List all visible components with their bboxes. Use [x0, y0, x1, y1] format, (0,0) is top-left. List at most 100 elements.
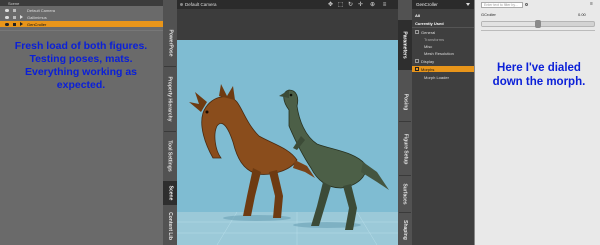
- 3d-viewport[interactable]: [177, 40, 398, 245]
- scene-panel: Scene Default Camera Gallimimus GenCroll…: [0, 0, 163, 245]
- camera-selector[interactable]: Default Camera: [185, 2, 217, 7]
- viewport-margin: [177, 9, 398, 40]
- tab-content-library[interactable]: Content Lib: [163, 207, 177, 245]
- param-group-transforms[interactable]: Transforms: [412, 36, 474, 42]
- divider: [412, 27, 474, 28]
- expand-arrow-icon[interactable]: [415, 59, 419, 63]
- param-label: Transforms: [424, 36, 445, 42]
- annotation-line: Everything working as expected.: [24, 66, 138, 91]
- param-group-misc[interactable]: Misc: [412, 43, 474, 49]
- scene-row-gallimimus[interactable]: Gallimimus: [0, 14, 163, 20]
- expand-arrow-icon[interactable]: [20, 15, 23, 19]
- scene-row-default-camera[interactable]: Default Camera: [0, 7, 163, 13]
- filter-input[interactable]: Enter text to filter by...: [481, 2, 523, 8]
- param-group-mesh-resolution[interactable]: Mesh Resolution: [412, 50, 474, 56]
- scene-row-label: Default Camera: [27, 7, 56, 13]
- divider: [164, 131, 176, 132]
- param-label: Misc: [424, 43, 433, 49]
- tab-label: Surfaces: [402, 183, 408, 205]
- param-label: General: [421, 29, 436, 35]
- param-group-currently-used[interactable]: Currently Used: [412, 20, 474, 26]
- app-window: Scene Default Camera Gallimimus GenCroll…: [0, 0, 600, 245]
- properties-panel: Enter text to filter by... ≡ GCroller 0.…: [474, 0, 600, 245]
- param-label: All: [415, 12, 421, 18]
- annotation-line: Fresh load of both figures.: [14, 40, 148, 52]
- scene-render: [177, 84, 398, 245]
- param-group-morphs[interactable]: Morphs: [412, 66, 474, 72]
- lock-icon[interactable]: [13, 22, 16, 26]
- divider: [164, 66, 176, 67]
- slider-handle[interactable]: [535, 20, 541, 28]
- slider-fill: [482, 22, 538, 26]
- left-tab-strip: PowerPose Property Hierarchy Tool Settin…: [163, 0, 177, 245]
- lock-icon[interactable]: [13, 15, 16, 19]
- menu-icon[interactable]: ≡: [381, 1, 388, 8]
- parameters-header: GenCroller: [412, 0, 474, 9]
- move-icon[interactable]: ✛: [357, 1, 364, 8]
- annotation-line: Testing poses, mats.: [29, 53, 133, 65]
- expand-arrow-icon[interactable]: [20, 22, 23, 26]
- eye-icon[interactable]: [5, 15, 9, 19]
- menu-icon[interactable]: ≡: [590, 2, 595, 7]
- eye-icon[interactable]: [5, 22, 9, 26]
- annotation-right: Here I've dialed down the morph.: [477, 61, 600, 89]
- tab-powerpose[interactable]: PowerPose: [163, 20, 177, 65]
- chevron-down-icon[interactable]: [466, 3, 470, 6]
- param-group-morph-loader[interactable]: Morph Loader: [412, 74, 474, 80]
- tab-shaping[interactable]: Shaping: [398, 214, 412, 245]
- viewport-toolbar: Default Camera ✥ ⬚ ↻ ✛ ⊕ ≡: [177, 0, 398, 9]
- scene-header: Scene: [0, 0, 163, 6]
- move-icon[interactable]: ✥: [327, 1, 334, 8]
- annotation-left: Fresh load of both figures. Testing pose…: [2, 40, 160, 92]
- tab-label: PowerPose: [167, 29, 173, 56]
- scene-row-gencroller[interactable]: GenCroller: [0, 21, 163, 27]
- tab-posing[interactable]: Posing: [398, 84, 412, 120]
- tab-label: Content Lib: [167, 212, 173, 240]
- divider: [399, 212, 411, 213]
- tab-property-hierarchy[interactable]: Property Hierarchy: [163, 68, 177, 130]
- tab-label: Figure Setup: [402, 133, 408, 165]
- tab-scene[interactable]: Scene: [163, 181, 177, 205]
- frame-icon[interactable]: ⬚: [337, 1, 344, 8]
- param-group-all[interactable]: All: [412, 12, 474, 18]
- viewport-panel: Default Camera ✥ ⬚ ↻ ✛ ⊕ ≡: [177, 0, 398, 245]
- annotation-line: down the morph.: [492, 76, 586, 88]
- slider-value[interactable]: 0.00: [578, 12, 586, 17]
- divider: [399, 121, 411, 122]
- param-label: Morph Loader: [424, 74, 449, 80]
- tab-tool-settings[interactable]: Tool Settings: [163, 133, 177, 179]
- tab-parameters[interactable]: Parameters: [398, 20, 412, 70]
- scene-row-label: Gallimimus: [27, 14, 47, 20]
- tab-surfaces[interactable]: Surfaces: [398, 177, 412, 211]
- divider: [0, 30, 163, 31]
- camera-icon[interactable]: [180, 3, 183, 6]
- eye-icon[interactable]: [5, 8, 9, 12]
- param-label: Mesh Resolution: [424, 50, 454, 56]
- lock-icon[interactable]: [13, 8, 16, 12]
- tab-label: Posing: [402, 93, 409, 111]
- slider-label: GCroller: [481, 12, 496, 17]
- tab-label: Scene: [167, 185, 174, 201]
- param-label: Morphs: [421, 66, 435, 72]
- annotation-line: Here I've dialed: [497, 62, 581, 74]
- divider: [399, 175, 411, 176]
- tab-label: Parameters: [402, 31, 408, 59]
- zoom-icon[interactable]: ⊕: [369, 1, 376, 8]
- tab-figure-setup[interactable]: Figure Setup: [398, 124, 412, 174]
- right-tab-strip: Parameters Posing Figure Setup Surfaces …: [398, 0, 412, 245]
- param-label: Currently Used: [415, 20, 444, 26]
- search-icon[interactable]: [525, 3, 528, 6]
- param-group-display[interactable]: Display: [412, 58, 474, 64]
- expand-arrow-icon[interactable]: [415, 67, 419, 71]
- param-group-general[interactable]: General: [412, 29, 474, 35]
- rotate-icon[interactable]: ↻: [347, 1, 354, 8]
- morph-slider[interactable]: [481, 20, 595, 28]
- scene-row-label: GenCroller: [27, 21, 47, 27]
- slider-scale: [481, 30, 595, 33]
- tab-label: Shaping: [402, 219, 409, 240]
- tab-label: Property Hierarchy: [167, 76, 173, 122]
- tab-label: Tool Settings: [167, 140, 174, 172]
- parameters-title: GenCroller: [416, 2, 438, 7]
- expand-arrow-icon[interactable]: [415, 30, 419, 34]
- parameters-panel: GenCroller All Currently Used General Tr…: [412, 0, 474, 245]
